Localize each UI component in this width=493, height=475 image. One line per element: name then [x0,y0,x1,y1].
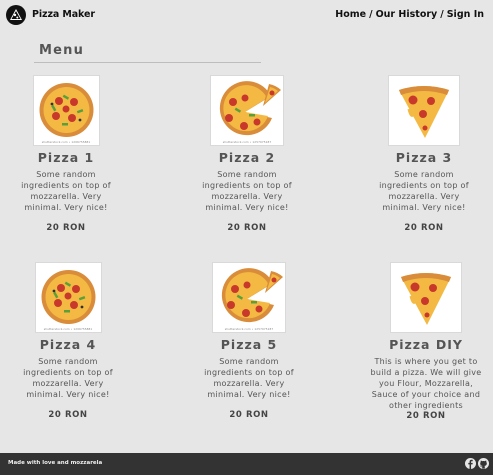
nav-separator: / [440,9,444,20]
menu-heading: Menu [39,43,85,58]
pizza-name: Pizza 5 [220,337,278,352]
pizza-image[interactable]: shutterstock.com • 1257075187 [210,75,284,146]
pizza-name: Pizza 1 [37,150,95,165]
pizza-card[interactable]: shutterstock.com • 1206755881 Pizza 1 So… [6,75,126,233]
image-caption: shutterstock.com • 1257075187 [224,327,274,331]
whole-pizza-icon [39,83,93,137]
brand-name[interactable]: Pizza Maker [32,9,95,20]
pizza-image[interactable] [390,262,462,333]
whole-pizza-icon [41,270,95,324]
pizza-name: Pizza 3 [395,150,453,165]
nav-sign-in[interactable]: Sign In [447,9,484,20]
pizza-image[interactable]: shutterstock.com • 1257075187 [212,262,286,333]
pizza-missing-slice-icon [221,268,283,323]
pizza-slice-icon [399,86,449,138]
pizza-slice-icon [401,273,451,325]
pizza-price: 20 RON [229,410,269,420]
pizza-card[interactable]: Pizza DIY This is where you get to build… [366,262,486,421]
footer: Made with love and mozzarela [0,453,493,475]
pizza-price: 20 RON [406,411,446,421]
nav-separator: / [369,9,373,20]
pizza-price: 20 RON [46,223,86,233]
pizza-card[interactable]: shutterstock.com • 1257075187 Pizza 5 So… [189,262,309,420]
pizza-price: 20 RON [48,410,88,420]
pizza-price: 20 RON [227,223,267,233]
pizza-description: Some random ingredients on top of mozzar… [23,357,113,399]
pizza-name: Pizza 4 [39,337,97,352]
pizza-name: Pizza 2 [218,150,276,165]
pizza-description: Some random ingredients on top of mozzar… [21,170,111,212]
pizza-name: Pizza DIY [389,337,463,352]
pizza-logo-icon[interactable] [6,5,26,25]
pizza-description: Some random ingredients on top of mozzar… [202,170,292,212]
github-icon[interactable] [478,458,489,469]
pizza-card[interactable]: Pizza 3 Some random ingredients on top o… [364,75,484,233]
pizza-card[interactable]: shutterstock.com • 1206755881 Pizza 4 So… [8,262,128,420]
image-caption: shutterstock.com • 1257075187 [222,140,272,144]
pizza-description: This is where you get to build a pizza. … [370,357,482,410]
pizza-image[interactable]: shutterstock.com • 1206755881 [34,262,102,333]
nav-home[interactable]: Home [335,9,366,20]
image-caption: shutterstock.com • 1206755881 [43,327,93,331]
pizza-price: 20 RON [404,223,444,233]
pizza-description: Some random ingredients on top of mozzar… [204,357,294,399]
nav-our-history[interactable]: Our History [376,9,438,20]
top-nav: Home / Our History / Sign In [335,9,484,20]
pizza-image[interactable]: shutterstock.com • 1206755881 [32,75,100,146]
pizza-description: Some random ingredients on top of mozzar… [379,170,469,212]
facebook-icon[interactable] [465,458,476,469]
pizza-missing-slice-icon [219,81,281,136]
footer-note: Made with love and mozzarela [8,460,103,466]
pizza-image[interactable] [388,75,460,146]
pizza-card[interactable]: shutterstock.com • 1257075187 Pizza 2 So… [187,75,307,233]
image-caption: shutterstock.com • 1206755881 [41,140,91,144]
menu-divider [34,62,261,63]
header: Pizza Maker Home / Our History / Sign In [0,0,493,32]
